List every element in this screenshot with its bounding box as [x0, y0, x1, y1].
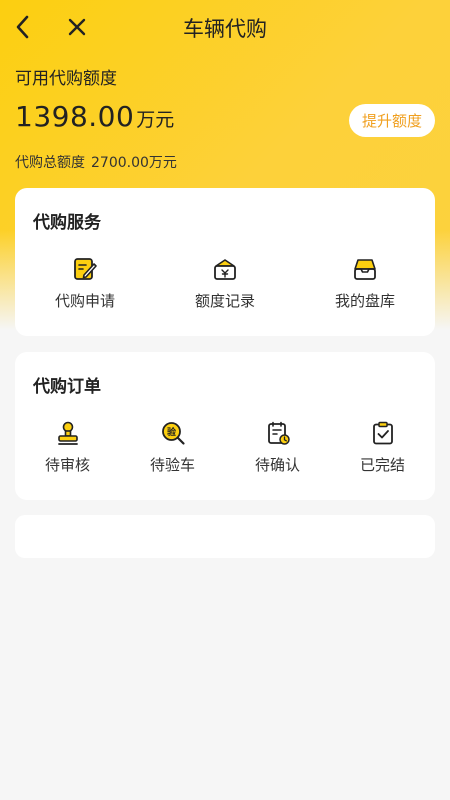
- available-quota-value: 1398.00 万元: [15, 100, 174, 133]
- inspect-icon-glyph: 验: [166, 426, 176, 438]
- service-item-apply[interactable]: 代购申请: [15, 256, 155, 311]
- order-status-pending-inspection[interactable]: 验 待验车: [120, 420, 225, 475]
- available-quota-unit: 万元: [136, 109, 175, 131]
- orders-card-title: 代购订单: [33, 377, 101, 397]
- order-status-pending-confirmation[interactable]: 待确认: [225, 420, 330, 475]
- service-card-title: 代购服务: [33, 213, 101, 233]
- available-quota-label: 可用代购额度: [15, 69, 117, 89]
- service-item-label: 我的盘库: [334, 292, 395, 310]
- order-status-label: 待审核: [44, 456, 90, 474]
- service-item-label: 额度记录: [194, 292, 255, 310]
- page-title: 车辆代购: [183, 17, 267, 41]
- service-item-my-inventory[interactable]: 我的盘库: [295, 256, 435, 311]
- total-quota: 代购总额度 2700.00万元: [15, 152, 177, 172]
- upgrade-quota-button[interactable]: 提升额度: [349, 104, 435, 137]
- order-status-label: 待确认: [254, 456, 300, 474]
- edit-icon: [74, 258, 97, 280]
- clipboard-clock-icon: [267, 421, 290, 445]
- order-status-label: 已完结: [359, 456, 405, 474]
- order-status-label: 待验车: [149, 456, 195, 474]
- service-grid: 代购申请 额度记录 我的盘库: [15, 256, 435, 311]
- clipboard-check-icon: [372, 421, 393, 445]
- orders-grid: 待审核 验 待验车 待确认 已完结: [15, 420, 435, 475]
- order-status-completed[interactable]: 已完结: [330, 420, 435, 475]
- total-quota-value: 2700.00万元: [91, 155, 177, 171]
- service-item-quota-record[interactable]: 额度记录: [155, 256, 295, 311]
- inspect-icon: 验: [161, 422, 185, 445]
- order-status-pending-review[interactable]: 待审核: [15, 420, 120, 475]
- ticket-box-icon: [214, 259, 236, 280]
- service-card: 代购服务 代购申请 额度记录 我的盘库: [15, 188, 435, 336]
- empty-card: [15, 515, 435, 558]
- total-quota-label: 代购总额度: [15, 155, 85, 171]
- service-item-label: 代购申请: [54, 292, 115, 310]
- nav-bar: 车辆代购: [0, 0, 450, 54]
- orders-card: 代购订单 待审核 验 待验车 待确认 已完结: [15, 352, 435, 500]
- inbox-icon: [354, 259, 376, 280]
- stamp-icon: [57, 421, 78, 445]
- available-quota-amount: 1398.00: [15, 100, 135, 133]
